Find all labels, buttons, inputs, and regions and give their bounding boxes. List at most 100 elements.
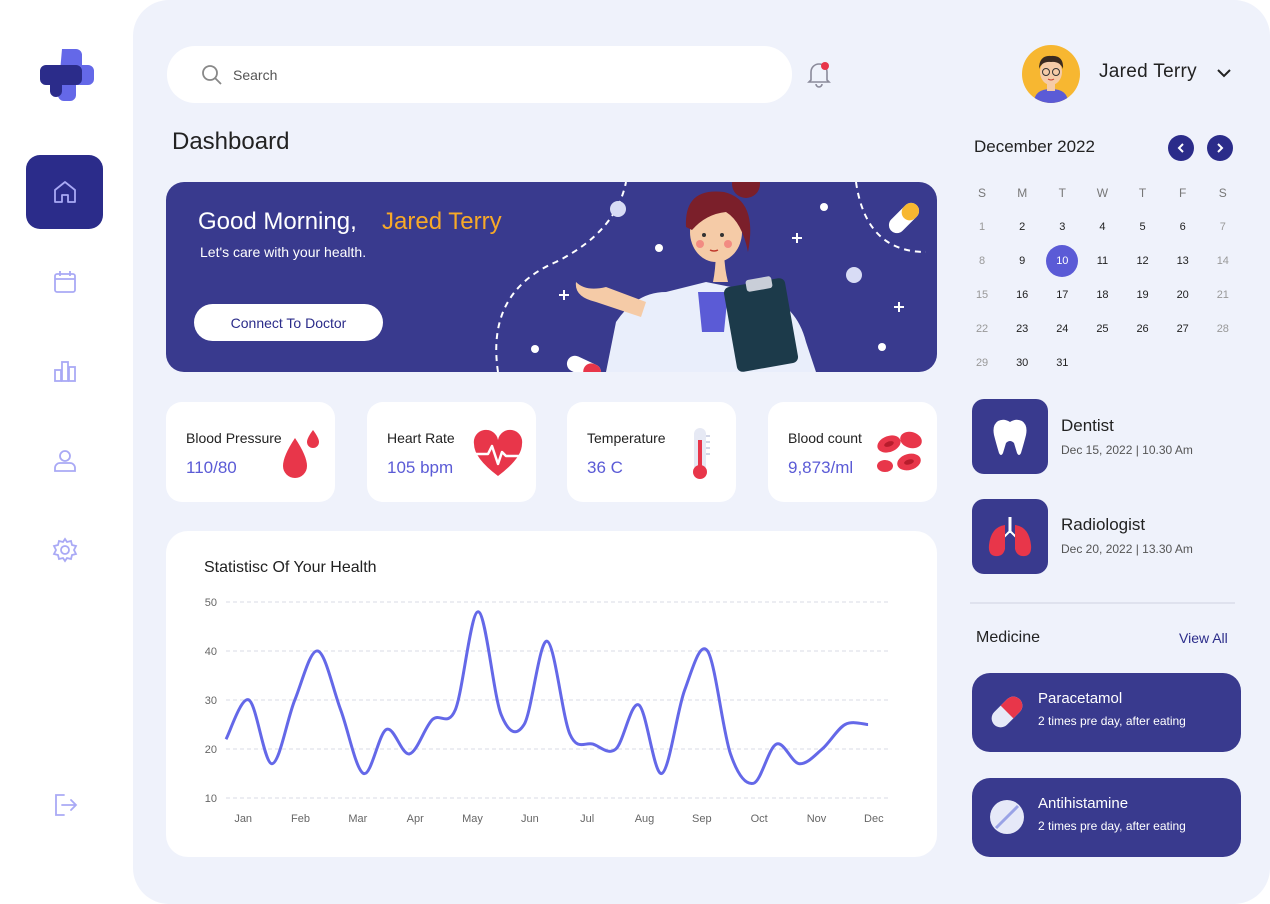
- calendar-day[interactable]: 20: [1163, 278, 1203, 312]
- calendar-day[interactable]: 12: [1123, 244, 1163, 278]
- calendar-day[interactable]: 29: [962, 346, 1002, 380]
- calendar-day[interactable]: 5: [1123, 210, 1163, 244]
- medicine-title: Medicine: [976, 629, 1041, 646]
- calendar-weekday: W: [1096, 186, 1109, 200]
- stat-card-blood-pressure[interactable]: Blood Pressure 110/80: [166, 402, 335, 502]
- medicine-desc: 2 times pre day, after eating: [1038, 819, 1186, 833]
- x-tick-label: Dec: [864, 813, 884, 825]
- capsule-icon: [991, 696, 1023, 728]
- stat-value: 110/80: [186, 458, 237, 477]
- stat-card-temperature[interactable]: Temperature 36 C: [567, 402, 736, 502]
- nav-settings[interactable]: [26, 513, 103, 587]
- calendar-weekday: T: [1138, 186, 1147, 200]
- nav-logout[interactable]: [26, 768, 103, 842]
- calendar-day[interactable]: 31: [1042, 346, 1082, 380]
- doctor-illustration: [495, 182, 927, 372]
- calendar-day[interactable]: 15: [962, 278, 1002, 312]
- search-bar[interactable]: [167, 46, 792, 103]
- calendar-day[interactable]: 7: [1203, 210, 1243, 244]
- calendar-day[interactable]: 2: [1002, 210, 1042, 244]
- calendar-prev-button[interactable]: [1168, 135, 1194, 161]
- stat-label: Blood count: [788, 430, 862, 446]
- user-icon: [53, 450, 76, 472]
- stat-value: 105 bpm: [387, 458, 454, 477]
- calendar-day[interactable]: 17: [1042, 278, 1082, 312]
- calendar-day: [1082, 346, 1122, 380]
- calendar-day[interactable]: 18: [1082, 278, 1122, 312]
- notification-bell-icon[interactable]: [806, 60, 832, 88]
- calendar-day: [1203, 346, 1243, 380]
- nav-calendar[interactable]: [26, 245, 103, 319]
- calendar-weekday: M: [1017, 186, 1028, 200]
- calendar-day[interactable]: 4: [1082, 210, 1122, 244]
- stat-label: Temperature: [587, 430, 666, 446]
- health-chart-card: 10 20 30 40 50 Jan Feb Mar Apr May Jun Jul Aug Sep Oct…: [166, 531, 937, 857]
- calendar-weekday: T: [1058, 186, 1066, 200]
- calendar-day[interactable]: 16: [1002, 278, 1042, 312]
- tooth-icon: [993, 419, 1027, 455]
- calendar-day[interactable]: 11: [1082, 244, 1122, 278]
- x-tick-label: Sep: [692, 813, 712, 825]
- x-tick-label: Feb: [291, 813, 310, 825]
- appointment-date: Dec 20, 2022 | 13.30 Am: [1061, 542, 1193, 556]
- stat-card-blood-count[interactable]: Blood count 9,873/ml: [768, 402, 937, 502]
- calendar-day[interactable]: 8: [962, 244, 1002, 278]
- calendar-day[interactable]: 25: [1082, 312, 1122, 346]
- stat-label: Heart Rate: [387, 430, 455, 446]
- calendar-next-button[interactable]: [1207, 135, 1233, 161]
- chevron-down-icon[interactable]: [1215, 66, 1233, 80]
- home-icon: [53, 181, 76, 203]
- stat-card-heart-rate[interactable]: Heart Rate 105 bpm: [367, 402, 536, 502]
- appointment-title: Dentist: [1061, 416, 1114, 435]
- calendar-day-selected[interactable]: 10: [1042, 244, 1082, 278]
- nav-home[interactable]: [26, 155, 103, 229]
- connect-doctor-button[interactable]: Connect To Doctor: [194, 304, 383, 341]
- x-tick-label: Jun: [521, 813, 539, 825]
- nav-profile[interactable]: [26, 423, 103, 497]
- appointment-dentist[interactable]: [972, 399, 1048, 474]
- chevron-left-icon: [1177, 143, 1184, 153]
- calendar-day[interactable]: 24: [1042, 312, 1082, 346]
- calendar-day[interactable]: 27: [1163, 312, 1203, 346]
- y-tick-label: 50: [205, 597, 217, 609]
- x-tick-label: Mar: [348, 813, 367, 825]
- y-tick-label: 40: [205, 646, 217, 658]
- nav-statistics[interactable]: [26, 334, 103, 408]
- chevron-right-icon: [1217, 143, 1224, 153]
- appointment-date: Dec 15, 2022 | 10.30 Am: [1061, 443, 1193, 457]
- user-name[interactable]: Jared Terry: [1099, 61, 1197, 83]
- calendar-day[interactable]: 9: [1002, 244, 1042, 278]
- calendar-weekday: S: [1218, 186, 1227, 200]
- heart-rate-icon: [473, 429, 523, 476]
- calendar-day[interactable]: 19: [1123, 278, 1163, 312]
- view-all-link[interactable]: View All: [1179, 630, 1228, 646]
- appointment-radiologist[interactable]: [972, 499, 1048, 574]
- x-tick-label: May: [462, 813, 483, 825]
- avatar[interactable]: [1022, 45, 1080, 103]
- calendar-day[interactable]: 22: [962, 312, 1002, 346]
- medicine-item[interactable]: Antihistamine 2 times pre day, after eat…: [972, 778, 1241, 857]
- calendar-weekday: F: [1179, 186, 1187, 200]
- greeting-subtitle: Let's care with your health.: [200, 244, 367, 260]
- calendar-day[interactable]: 26: [1123, 312, 1163, 346]
- stat-value: 9,873/ml: [788, 458, 854, 477]
- calendar-day[interactable]: 28: [1203, 312, 1243, 346]
- calendar-day[interactable]: 21: [1203, 278, 1243, 312]
- calendar-day: [1123, 346, 1163, 380]
- calendar-title: December 2022: [974, 137, 1095, 156]
- avatar-image: [1034, 55, 1068, 103]
- calendar-day[interactable]: 23: [1002, 312, 1042, 346]
- calendar-day[interactable]: 14: [1203, 244, 1243, 278]
- calendar-day[interactable]: 3: [1042, 210, 1082, 244]
- calendar-day[interactable]: 6: [1163, 210, 1203, 244]
- calendar-day[interactable]: 13: [1163, 244, 1203, 278]
- calendar-day[interactable]: 1: [962, 210, 1002, 244]
- greeting-text: Good Morning,: [198, 208, 357, 235]
- search-icon: [202, 64, 222, 85]
- calendar-icon: [53, 271, 76, 293]
- medicine-desc: 2 times pre day, after eating: [1038, 714, 1186, 728]
- search-input[interactable]: [233, 66, 733, 83]
- medicine-name: Antihistamine: [1038, 795, 1129, 812]
- calendar-day[interactable]: 30: [1002, 346, 1042, 380]
- medicine-item[interactable]: Paracetamol 2 times pre day, after eatin…: [972, 673, 1241, 752]
